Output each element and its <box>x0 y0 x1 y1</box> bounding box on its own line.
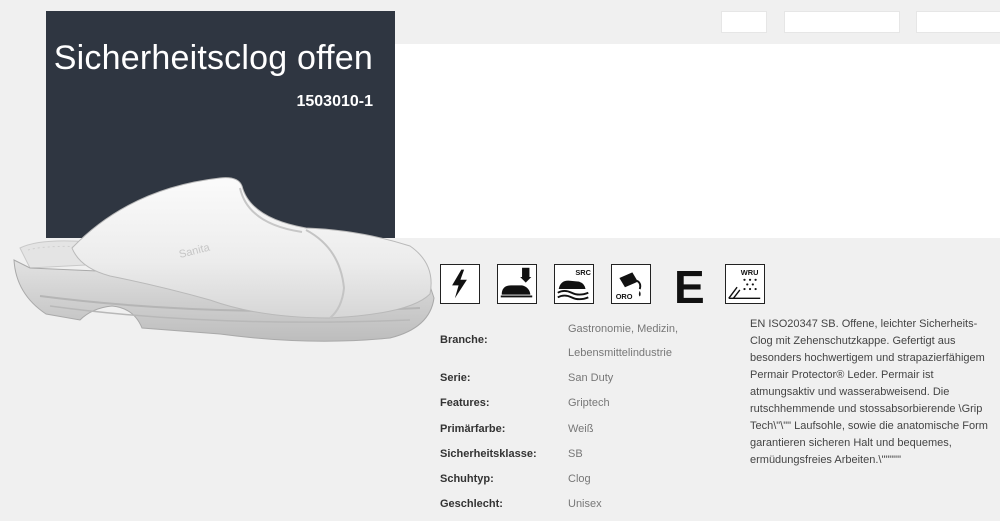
energy-absorption-e-icon: E <box>674 261 705 313</box>
src-slip-resistance-icon: SRC <box>554 264 594 304</box>
spec-value: San Duty <box>568 372 614 384</box>
svg-text:SRC: SRC <box>575 268 591 277</box>
product-image: Sanita <box>13 177 435 342</box>
product-description: EN ISO20347 SB. Offene, leichter Sicherh… <box>750 318 988 466</box>
spec-value: Weiß <box>568 423 594 435</box>
spec-label: Schuhtyp: <box>440 473 494 485</box>
lightning-antistatic-icon <box>440 264 480 304</box>
spec-value: Griptech <box>568 397 610 409</box>
spec-label: Features: <box>440 397 490 409</box>
toe-cap-impact-icon <box>497 264 537 304</box>
spec-value: Clog <box>568 473 591 485</box>
spec-value: Gastronomie, Medizin, <box>568 323 679 335</box>
top-button-3[interactable] <box>916 11 1000 33</box>
top-button-2[interactable] <box>784 11 900 33</box>
product-sku: 1503010-1 <box>296 93 373 110</box>
spec-label: Primärfarbe: <box>440 423 506 435</box>
spec-label: Serie: <box>440 372 471 384</box>
spec-label: Sicherheitsklasse: <box>440 448 537 460</box>
spec-label: Branche: <box>440 334 488 346</box>
spec-value: Unisex <box>568 498 602 510</box>
spec-value: SB <box>568 448 583 460</box>
wru-water-resistance-icon: WRU <box>725 264 765 304</box>
product-title: Sicherheitsclog offen <box>53 39 373 77</box>
spec-value: Lebensmittelindustrie <box>568 347 672 359</box>
top-button-1[interactable] <box>721 11 767 33</box>
svg-text:WRU: WRU <box>741 268 759 277</box>
content-panel <box>395 44 1000 238</box>
spec-label: Geschlecht: <box>440 498 503 510</box>
oro-oil-resistance-icon: ORO <box>611 264 651 304</box>
svg-text:ORO: ORO <box>616 292 633 301</box>
